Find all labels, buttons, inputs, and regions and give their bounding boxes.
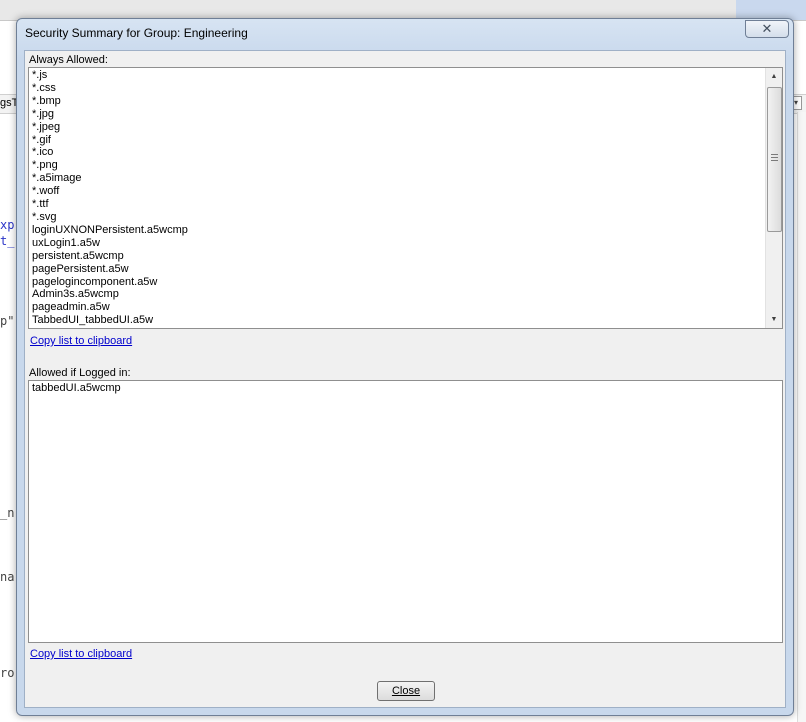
allowed-if-logged-in-list[interactable]: tabbedUI.a5wcmp: [28, 380, 783, 643]
always-allowed-list[interactable]: *.js *.css *.bmp *.jpg *.jpeg *.gif *.ico *.png…: [28, 67, 783, 329]
list-item[interactable]: *.png: [32, 159, 188, 172]
list-item[interactable]: *.woff: [32, 185, 188, 198]
list-item[interactable]: tabbedUI.a5wcmp: [32, 382, 121, 395]
background-title-bar-highlight: [736, 0, 806, 20]
list-item[interactable]: *.a5image: [32, 172, 188, 185]
scroll-down-icon[interactable]: ▼: [766, 311, 782, 328]
always-allowed-items: *.js *.css *.bmp *.jpg *.jpeg *.gif *.ico *.png…: [32, 69, 188, 327]
always-allowed-scrollbar[interactable]: ▲ ▼: [765, 68, 782, 328]
list-item[interactable]: pagelogincomponent.a5w: [32, 276, 188, 289]
scrollbar-thumb[interactable]: [767, 87, 782, 232]
list-item[interactable]: *.svg: [32, 211, 188, 224]
list-item[interactable]: *.css: [32, 82, 188, 95]
allowed-if-logged-in-items: tabbedUI.a5wcmp: [32, 382, 121, 395]
list-item[interactable]: Admin3s.a5wcmp: [32, 288, 188, 301]
list-item[interactable]: pagePersistent.a5w: [32, 263, 188, 276]
always-allowed-label: Always Allowed:: [29, 54, 108, 66]
close-button[interactable]: Close: [377, 681, 435, 701]
background-scroll-strip: [797, 112, 806, 722]
list-item[interactable]: *.ico: [32, 146, 188, 159]
list-item[interactable]: loginUXNONPersistent.a5wcmp: [32, 224, 188, 237]
list-item[interactable]: *.gif: [32, 134, 188, 147]
dialog-content: Always Allowed: *.js *.css *.bmp *.jpg *.jpe…: [24, 50, 786, 708]
list-item[interactable]: *.js: [32, 69, 188, 82]
list-item[interactable]: *.ttf: [32, 198, 188, 211]
list-item[interactable]: *.jpg: [32, 108, 188, 121]
list-item[interactable]: TabbedUI_tabbedUI.a5w: [32, 314, 188, 327]
copy-logged-in-link[interactable]: Copy list to clipboard: [30, 648, 132, 660]
security-summary-dialog: Security Summary for Group: Engineering …: [16, 18, 794, 716]
list-item[interactable]: persistent.a5wcmp: [32, 250, 188, 263]
allowed-if-logged-in-label: Allowed if Logged in:: [29, 367, 131, 379]
copy-always-allowed-link[interactable]: Copy list to clipboard: [30, 335, 132, 347]
close-icon[interactable]: ✕: [745, 20, 789, 38]
dialog-title: Security Summary for Group: Engineering: [25, 26, 248, 40]
list-item[interactable]: *.jpeg: [32, 121, 188, 134]
scroll-up-icon[interactable]: ▲: [766, 68, 782, 85]
list-item[interactable]: uxLogin1.a5w: [32, 237, 188, 250]
list-item[interactable]: *.bmp: [32, 95, 188, 108]
list-item[interactable]: pageadmin.a5w: [32, 301, 188, 314]
scrollbar-grip-icon: [771, 154, 778, 163]
